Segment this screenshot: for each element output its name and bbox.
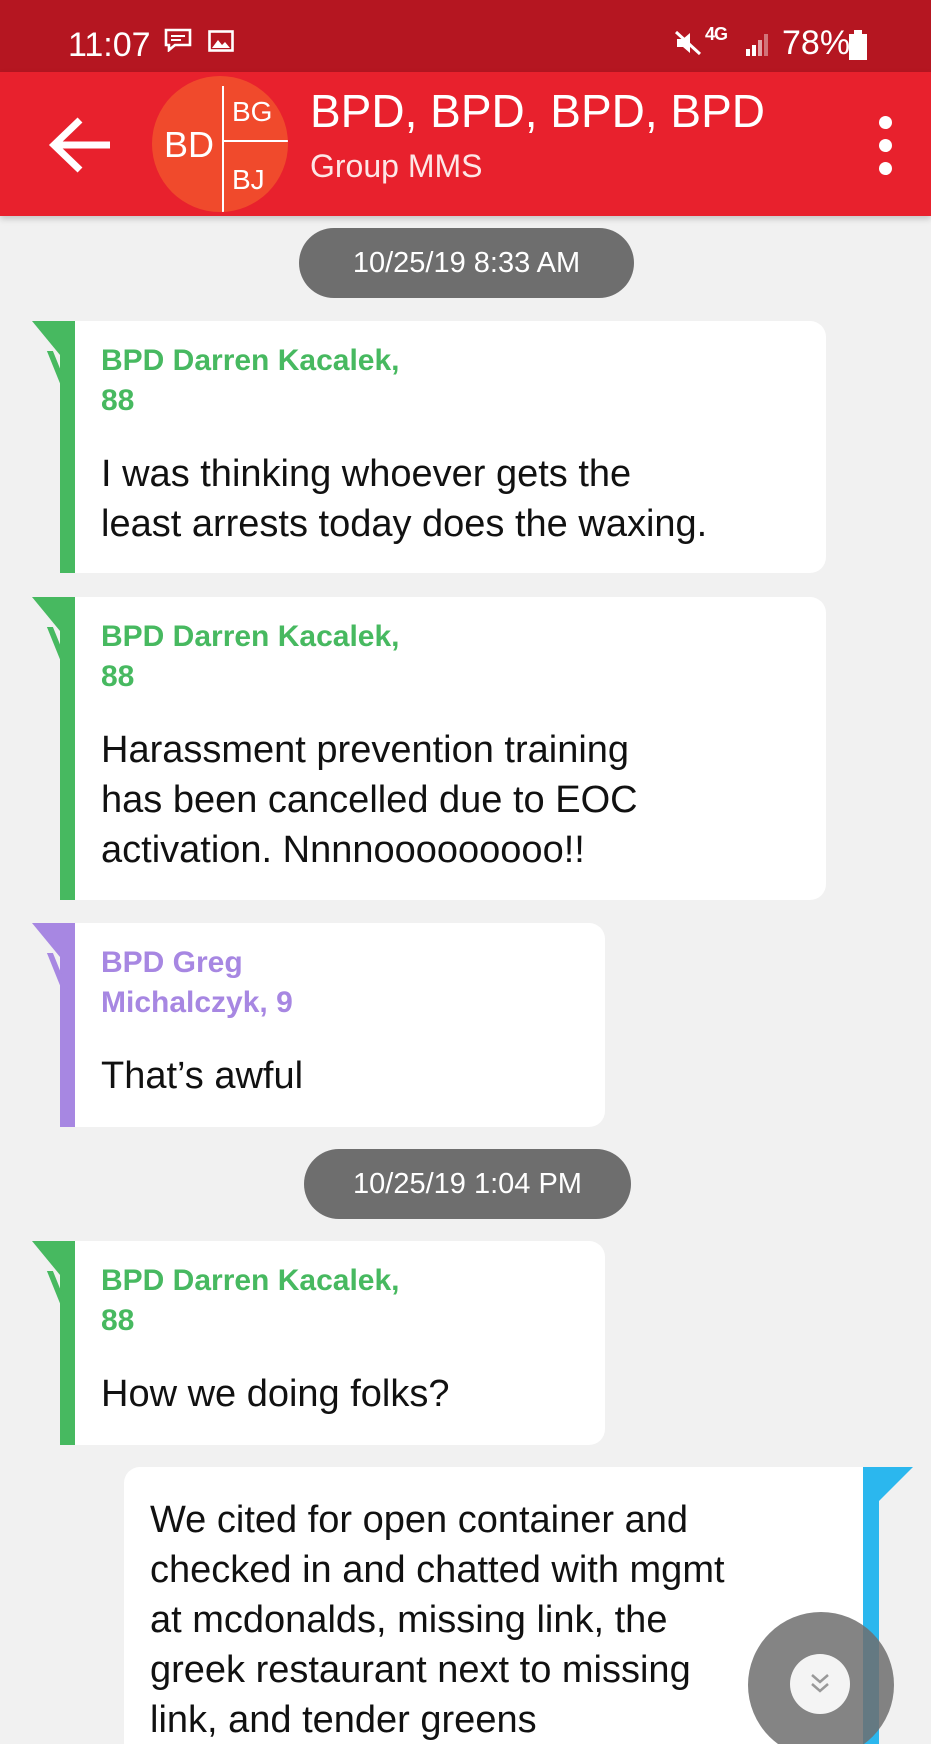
message-text: at mcdonalds, missing link, the	[150, 1599, 668, 1641]
date-separator: 10/25/19 1:04 PM	[304, 1149, 631, 1219]
sender-name: BPD Darren Kacalek,	[101, 1264, 400, 1297]
message-notification-icon	[164, 28, 192, 52]
signal-icon	[746, 34, 768, 56]
avatar-initials-top: BG	[232, 96, 273, 127]
bubble-tail	[46, 627, 70, 667]
message-bubble[interactable]: BPD Darren Kacalek, 88 I was thinking wh…	[32, 321, 826, 573]
messaging-screen: 11:07 4G 78% BD BG BJ BPD, BPD, BPD, BPD…	[0, 0, 931, 1744]
sender-name: Michalczyk, 9	[101, 986, 293, 1019]
avatar-initials-main: BD	[164, 124, 215, 165]
avatar-divider	[222, 140, 288, 142]
sender-name: BPD Darren Kacalek,	[101, 344, 400, 377]
group-avatar[interactable]: BD BG BJ	[152, 76, 288, 212]
scroll-to-bottom-button-inner	[790, 1654, 850, 1714]
more-vert-icon[interactable]	[873, 116, 897, 180]
sender-name: 88	[101, 1304, 135, 1337]
message-text: Harassment prevention training	[101, 729, 630, 771]
conversation-header: BD BG BJ BPD, BPD, BPD, BPD Group MMS	[0, 72, 931, 216]
bubble-tail	[32, 1241, 60, 1275]
bubble-tail	[46, 1271, 70, 1311]
battery-icon	[849, 30, 867, 60]
bubble-tail	[32, 321, 60, 355]
bubble-tail	[46, 953, 70, 993]
message-text: checked in and chatted with mgmt	[150, 1549, 725, 1591]
status-time: 11:07	[68, 26, 151, 64]
message-text: I was thinking whoever gets the	[101, 453, 632, 495]
message-text: has been cancelled due to EOC	[101, 779, 638, 821]
date-separator: 10/25/19 8:33 AM	[299, 228, 634, 298]
bubble-tail	[46, 351, 70, 391]
message-text: activation. Nnnnooooooooo!!	[101, 829, 585, 871]
bubble-tail	[32, 597, 60, 631]
sender-name: BPD Greg	[101, 946, 243, 979]
network-type: 4G	[705, 24, 728, 44]
sender-name: BPD Darren Kacalek,	[101, 620, 400, 653]
avatar-initials-bottom: BJ	[232, 164, 265, 195]
chevron-double-down-icon	[811, 1674, 829, 1693]
conversation-title[interactable]: BPD, BPD, BPD, BPD	[310, 84, 765, 138]
message-text: link, and tender greens	[150, 1699, 537, 1741]
arrow-left-icon[interactable]	[48, 116, 114, 174]
mute-icon	[674, 30, 702, 56]
message-text: How we doing folks?	[101, 1373, 450, 1415]
bubble-tail	[32, 923, 60, 957]
message-bubble[interactable]: BPD Darren Kacalek, 88 How we doing folk…	[32, 1241, 605, 1445]
message-text: That’s awful	[101, 1055, 304, 1097]
conversation-subtitle: Group MMS	[310, 148, 483, 184]
avatar-divider	[222, 86, 224, 212]
message-text: We cited for open container and	[150, 1499, 688, 1541]
bubble-tail	[879, 1467, 913, 1501]
status-bar: 11:07 4G 78%	[0, 0, 931, 72]
message-text: greek restaurant next to missing	[150, 1649, 691, 1691]
message-bubble[interactable]: BPD Greg Michalczyk, 9 That’s awful	[32, 923, 605, 1127]
battery-level: 78%	[782, 24, 851, 62]
message-text: least arrests today does the waxing.	[101, 503, 708, 545]
image-notification-icon	[208, 30, 234, 52]
sender-name: 88	[101, 384, 135, 417]
message-bubble[interactable]: BPD Darren Kacalek, 88 Harassment preven…	[32, 597, 826, 900]
sender-name: 88	[101, 660, 135, 693]
